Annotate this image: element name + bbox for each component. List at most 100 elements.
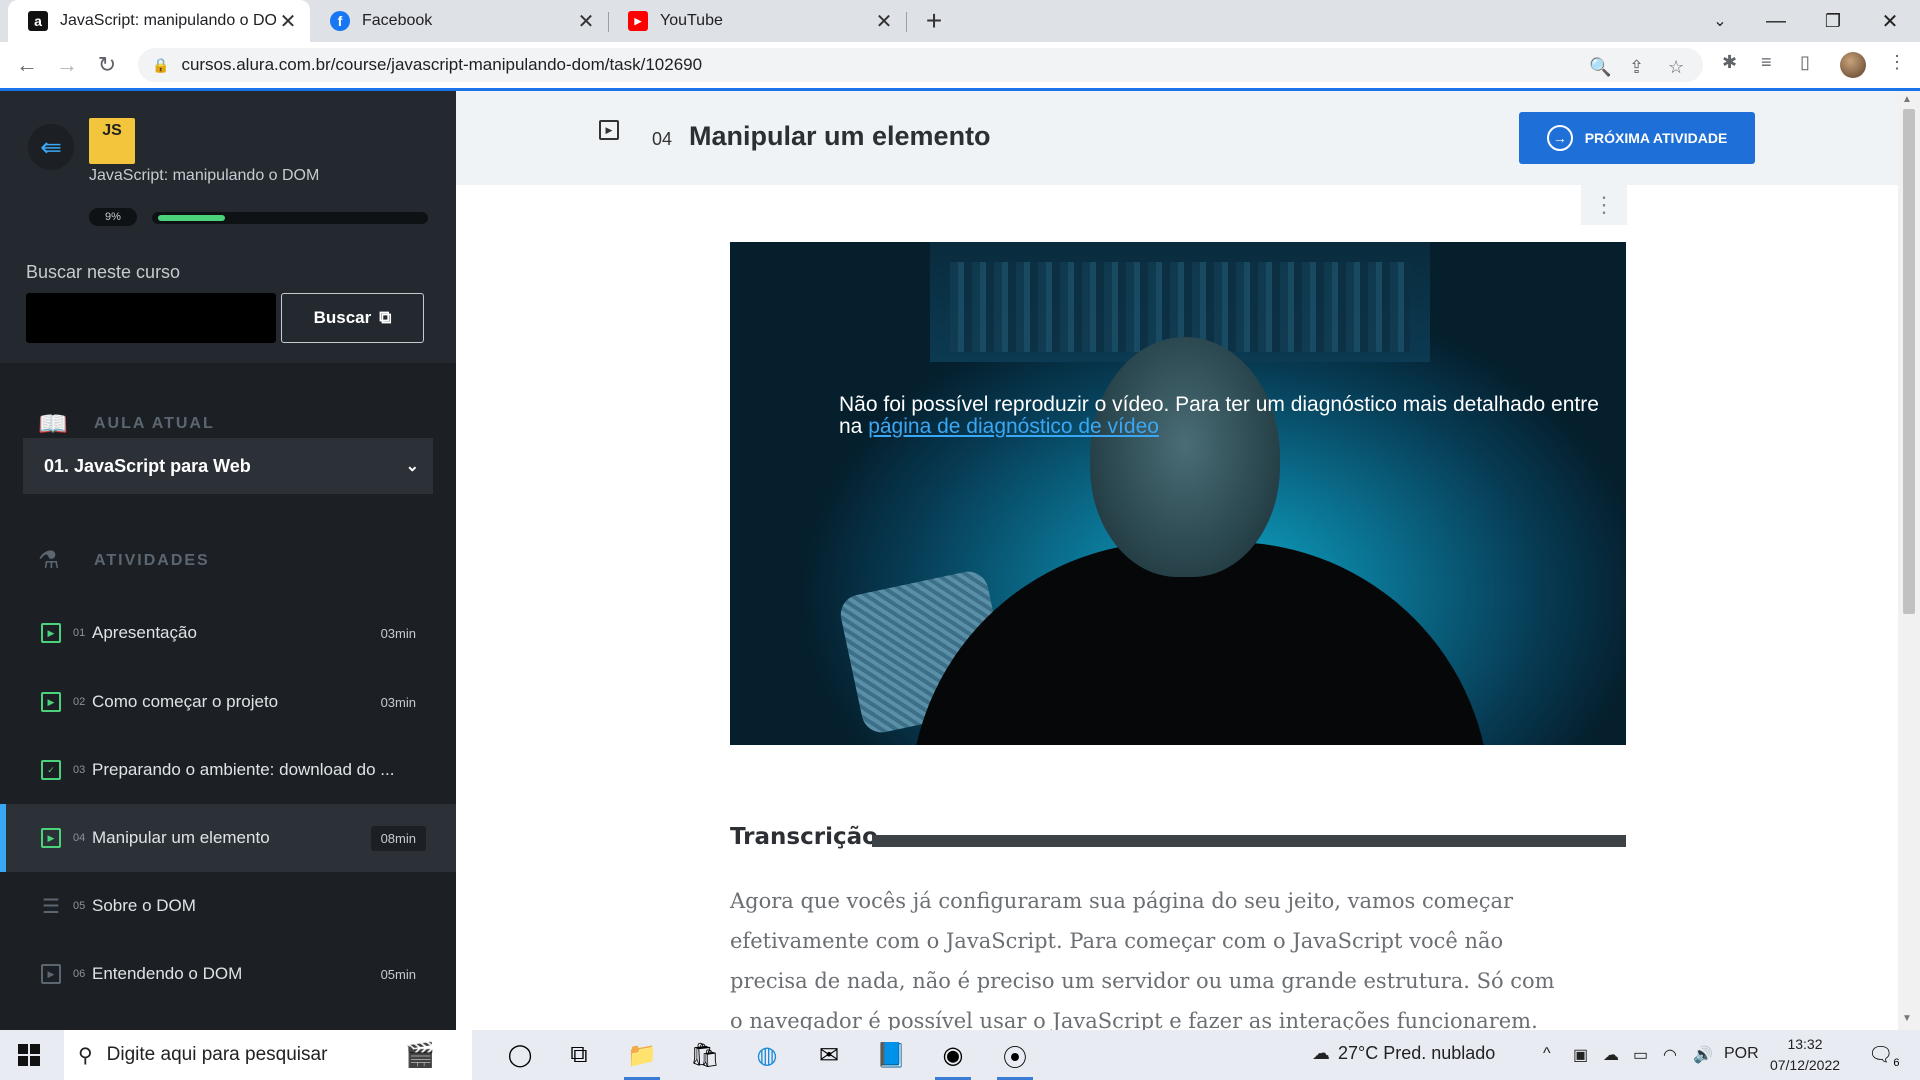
video-frame-head bbox=[1090, 337, 1280, 577]
close-tab-icon[interactable]: ✕ bbox=[276, 9, 300, 33]
scroll-up-icon[interactable]: ▲ bbox=[1902, 94, 1912, 105]
weather-text: 27°C Pred. nublado bbox=[1338, 1043, 1496, 1063]
activity-number: 01 bbox=[73, 627, 86, 639]
scrollbar-thumb[interactable] bbox=[1903, 109, 1915, 614]
arrow-right-circle-icon: → bbox=[1546, 125, 1573, 151]
restore-button[interactable]: ❐ bbox=[1805, 0, 1861, 42]
activity-duration: 03min bbox=[370, 620, 426, 646]
widget-icon[interactable]: 🎬 bbox=[396, 1035, 444, 1075]
meet-icon[interactable]: ▣ bbox=[1573, 1045, 1588, 1065]
new-tab-button[interactable]: + bbox=[918, 6, 950, 38]
task-view-icon[interactable]: ⧉ bbox=[555, 1035, 603, 1075]
activity-item[interactable]: ✓ 03 Preparando o ambiente: download do … bbox=[0, 736, 456, 804]
activity-title: Preparando o ambiente: download do ... bbox=[92, 760, 395, 779]
close-tab-icon[interactable]: ✕ bbox=[872, 9, 896, 33]
battery-icon[interactable]: ▭ bbox=[1633, 1045, 1648, 1065]
next-activity-button[interactable]: → PRÓXIMA ATIVIDADE bbox=[1519, 112, 1755, 164]
zoom-search-icon[interactable]: 🔍 bbox=[1589, 57, 1611, 78]
bookmark-star-icon[interactable]: ☆ bbox=[1668, 57, 1684, 78]
tab-youtube[interactable]: ▶ YouTube ✕ bbox=[608, 0, 906, 42]
search-button[interactable]: Buscar ⧉ bbox=[281, 293, 424, 343]
play-icon: ▶ bbox=[41, 828, 61, 848]
tab-separator bbox=[906, 12, 907, 32]
more-options-icon[interactable]: ⋮ bbox=[1581, 185, 1627, 225]
side-panel-icon[interactable]: ▯ bbox=[1800, 52, 1810, 73]
main-content: ▶ 04 Manipular um elemento → PRÓXIMA ATI… bbox=[456, 91, 1898, 1030]
media-queue-icon[interactable]: ≡ bbox=[1761, 52, 1772, 73]
activity-number: 04 bbox=[73, 832, 86, 844]
page-scrollbar[interactable]: ▲ ▼ bbox=[1898, 91, 1920, 1030]
activity-item[interactable]: ☰ 05 Sobre o DOM bbox=[0, 872, 456, 940]
play-icon: ▶ bbox=[41, 692, 61, 712]
course-logo: JS bbox=[89, 118, 135, 164]
minimize-button[interactable]: — bbox=[1748, 0, 1804, 42]
activity-title: Manipular um elemento bbox=[92, 828, 270, 847]
file-explorer-icon[interactable]: 📁 bbox=[618, 1035, 666, 1080]
omnibox[interactable]: 🔒 cursos.alura.com.br/course/javascript-… bbox=[138, 48, 1703, 82]
forward-arrow-icon[interactable]: → bbox=[52, 50, 82, 80]
notification-count: 6 bbox=[1893, 1057, 1900, 1069]
activity-title: Sobre o DOM bbox=[92, 896, 196, 915]
more-menu-icon[interactable]: ⋮ bbox=[1888, 52, 1906, 73]
windows-start-icon[interactable] bbox=[18, 1044, 40, 1066]
weather-widget[interactable]: ☁ 27°C Pred. nublado bbox=[1312, 1043, 1495, 1064]
activity-number: 02 bbox=[73, 696, 86, 708]
play-icon: ▶ bbox=[41, 964, 61, 984]
language-indicator[interactable]: POR bbox=[1724, 1045, 1759, 1063]
activities-heading: ATIVIDADES bbox=[94, 552, 210, 569]
course-name[interactable]: JavaScript: manipulando o DOM bbox=[89, 167, 319, 185]
taskbar-search-placeholder: Digite aqui para pesquisar bbox=[106, 1044, 328, 1065]
page-title: Manipular um elemento bbox=[689, 121, 991, 151]
activity-item-current[interactable]: ▶ 04 Manipular um elemento 08min bbox=[0, 804, 456, 872]
youtube-favicon-icon: ▶ bbox=[628, 11, 648, 31]
course-search-input[interactable] bbox=[26, 293, 276, 343]
windows-taskbar: ⚲ Digite aqui para pesquisar 🎬 ◯ ⧉ 📁 🛍 ◍… bbox=[0, 1030, 1920, 1080]
edge-icon[interactable]: ◍ bbox=[743, 1035, 791, 1075]
flask-icon: ⚗ bbox=[38, 547, 60, 574]
video-diagnostic-link[interactable]: página de diagnóstico de vídeo bbox=[868, 415, 1159, 438]
cortana-icon[interactable]: ◯ bbox=[496, 1035, 544, 1075]
extensions-puzzle-icon[interactable]: ✱ bbox=[1722, 52, 1737, 73]
back-arrow-icon[interactable]: ← bbox=[12, 50, 42, 80]
microsoft-store-icon[interactable]: 🛍 bbox=[681, 1035, 729, 1075]
reload-icon[interactable]: ↻ bbox=[92, 50, 122, 80]
tab-title: Facebook bbox=[362, 12, 433, 29]
chevron-down-icon: ⌄ bbox=[405, 458, 419, 475]
media-player-icon[interactable]: ⦿ bbox=[991, 1035, 1039, 1080]
mail-icon[interactable]: ✉ bbox=[805, 1035, 853, 1075]
lesson-dropdown[interactable]: 01. JavaScript para Web ⌄ bbox=[23, 438, 433, 494]
video-player[interactable]: Não foi possível reproduzir o vídeo. Par… bbox=[730, 242, 1626, 745]
course-sidebar: ⇚ JS JavaScript: manipulando o DOM 9% Bu… bbox=[0, 91, 456, 1030]
clock-time: 13:32 bbox=[1787, 1036, 1823, 1052]
tab-facebook[interactable]: f Facebook ✕ bbox=[310, 0, 608, 42]
chrome-icon[interactable]: ◉ bbox=[929, 1035, 977, 1080]
volume-icon[interactable]: 🔊 bbox=[1693, 1045, 1713, 1065]
url-text[interactable]: cursos.alura.com.br/course/javascript-ma… bbox=[181, 55, 702, 75]
onedrive-icon[interactable]: ☁ bbox=[1603, 1045, 1619, 1065]
tab-search-icon[interactable]: ⌄ bbox=[1692, 0, 1748, 42]
activity-duration: 08min bbox=[370, 825, 426, 851]
back-arrow-icon[interactable]: ⇚ bbox=[28, 124, 74, 170]
facebook-favicon-icon: f bbox=[330, 11, 350, 31]
show-hidden-icons-icon[interactable]: ^ bbox=[1543, 1045, 1551, 1063]
clock-date: 07/12/2022 bbox=[1769, 1057, 1841, 1073]
notification-center-icon[interactable]: 🗨6 bbox=[1868, 1042, 1900, 1069]
wifi-icon[interactable]: ◠ bbox=[1663, 1045, 1677, 1065]
clock[interactable]: 13:32 07/12/2022 bbox=[1765, 1034, 1845, 1076]
activity-item[interactable]: ▶ 02 Como começar o projeto 03min bbox=[0, 668, 456, 736]
book-icon: 📖 bbox=[38, 411, 68, 438]
browser-tab-bar: a JavaScript: manipulando o DOM: ✕ f Fac… bbox=[0, 0, 1920, 42]
profile-avatar[interactable] bbox=[1840, 52, 1866, 78]
close-window-button[interactable]: ✕ bbox=[1862, 0, 1918, 42]
activity-item[interactable]: ▶ 06 Entendendo o DOM 05min bbox=[0, 940, 456, 1008]
lock-icon: 🔒 bbox=[152, 56, 170, 73]
external-link-icon: ⧉ bbox=[379, 308, 392, 327]
activity-item[interactable]: ▶ 01 Apresentação 03min bbox=[0, 599, 456, 667]
task-number: 04 bbox=[652, 129, 673, 149]
close-tab-icon[interactable]: ✕ bbox=[574, 9, 598, 33]
notes-app-icon[interactable]: 📘 bbox=[867, 1035, 915, 1075]
tab-alura[interactable]: a JavaScript: manipulando o DOM: ✕ bbox=[8, 0, 310, 42]
scroll-down-icon[interactable]: ▼ bbox=[1902, 1013, 1912, 1024]
share-icon[interactable]: ⇪ bbox=[1629, 57, 1644, 78]
activity-number: 03 bbox=[73, 764, 86, 776]
